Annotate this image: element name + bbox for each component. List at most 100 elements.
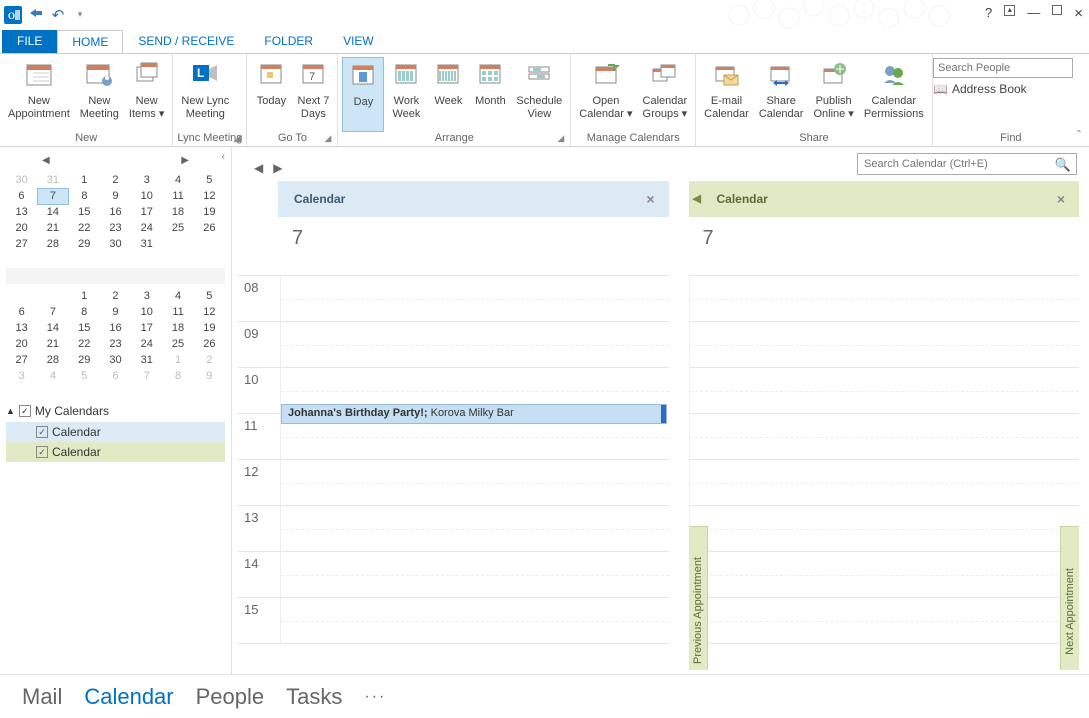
mini-cal-day[interactable]: 1 xyxy=(162,352,193,368)
next-month-icon[interactable]: ▶ xyxy=(181,155,189,166)
email-calendar-button[interactable]: E-mail Calendar xyxy=(700,57,753,132)
time-row[interactable] xyxy=(689,598,1080,644)
new-items-button[interactable]: New Items ▾ xyxy=(125,57,168,132)
collapse-ribbon-icon[interactable]: ˆ xyxy=(1077,128,1081,142)
new-lync-meeting-button[interactable]: LNew Lync Meeting xyxy=(177,57,233,132)
mini-calendar-1[interactable]: 3031123456789101112131415161718192021222… xyxy=(6,172,225,252)
mini-cal-day[interactable]: 16 xyxy=(100,320,131,336)
checkbox-icon[interactable]: ✓ xyxy=(36,446,48,458)
mini-cal-day[interactable]: 17 xyxy=(131,204,162,220)
mini-cal-day[interactable]: 31 xyxy=(37,172,68,188)
mini-cal-day[interactable]: 20 xyxy=(6,220,37,236)
close-icon[interactable]: × xyxy=(1057,191,1065,207)
schedule-view-button[interactable]: Schedule View xyxy=(512,57,566,132)
mini-cal-day[interactable]: 5 xyxy=(194,288,225,304)
search-people-input[interactable] xyxy=(933,58,1073,78)
week-button[interactable]: Week xyxy=(428,57,468,132)
mini-cal-day[interactable]: 23 xyxy=(100,336,131,352)
mini-cal-day[interactable]: 4 xyxy=(37,368,68,384)
calendar-module[interactable]: Calendar xyxy=(84,684,173,710)
mini-calendar-2[interactable]: 1234567891011121314151617181920212223242… xyxy=(6,268,225,384)
time-row[interactable] xyxy=(689,460,1080,506)
mini-cal-day[interactable]: 4 xyxy=(162,288,193,304)
mini-cal-day[interactable]: 21 xyxy=(37,336,68,352)
mini-cal-day[interactable]: 30 xyxy=(6,172,37,188)
mini-cal-day[interactable]: 14 xyxy=(37,320,68,336)
search-icon[interactable]: 🔍 xyxy=(1055,157,1071,173)
mini-cal-day[interactable]: 22 xyxy=(69,336,100,352)
mini-cal-day[interactable]: 10 xyxy=(131,304,162,320)
mini-cal-day[interactable]: 5 xyxy=(69,368,100,384)
publish-online-button[interactable]: Publish Online ▾ xyxy=(809,57,857,132)
mini-cal-day[interactable]: 7 xyxy=(131,368,162,384)
ribbon-display-icon[interactable]: ▴ xyxy=(1004,5,1015,16)
launcher-icon[interactable]: ◢ xyxy=(557,133,564,144)
mini-cal-day[interactable]: 9 xyxy=(100,304,131,320)
mini-cal-day[interactable]: 26 xyxy=(194,220,225,236)
mini-cal-day[interactable]: 31 xyxy=(131,352,162,368)
mini-cal-day[interactable]: 27 xyxy=(6,352,37,368)
minimize-icon[interactable]: — xyxy=(1027,5,1040,22)
mini-cal-day[interactable]: 27 xyxy=(6,236,37,252)
mini-cal-day[interactable]: 31 xyxy=(131,236,162,252)
mini-cal-day[interactable]: 28 xyxy=(37,352,68,368)
mini-cal-day[interactable]: 22 xyxy=(69,220,100,236)
mini-cal-day[interactable]: 12 xyxy=(194,304,225,320)
mini-cal-day[interactable]: 24 xyxy=(131,336,162,352)
time-row[interactable] xyxy=(689,276,1080,322)
mini-cal-day[interactable]: 29 xyxy=(69,352,100,368)
maximize-icon[interactable] xyxy=(1052,5,1062,15)
mini-cal-day[interactable]: 25 xyxy=(162,220,193,236)
mini-cal-day[interactable]: 18 xyxy=(162,204,193,220)
calendar-item-2[interactable]: ✓Calendar xyxy=(6,442,225,462)
mini-cal-day[interactable]: 21 xyxy=(37,220,68,236)
mini-cal-day[interactable]: 6 xyxy=(6,188,37,204)
mini-cal-day[interactable]: 2 xyxy=(100,172,131,188)
mini-cal-day[interactable] xyxy=(194,236,225,252)
mini-cal-day[interactable]: 30 xyxy=(100,236,131,252)
time-row[interactable]: 12 xyxy=(238,460,669,506)
mini-cal-day[interactable]: 6 xyxy=(6,304,37,320)
day-button[interactable]: Day xyxy=(342,57,384,132)
mini-cal-day[interactable]: 6 xyxy=(100,368,131,384)
prev-month-icon[interactable]: ◀ xyxy=(42,155,50,166)
undo-icon[interactable]: ↶ xyxy=(50,7,66,23)
mini-cal-day[interactable]: 10 xyxy=(131,188,162,204)
mini-cal-day[interactable]: 13 xyxy=(6,320,37,336)
time-row[interactable]: 14 xyxy=(238,552,669,598)
tasks-module[interactable]: Tasks xyxy=(286,684,342,710)
next-appointment-handle[interactable]: Next Appointment xyxy=(1060,526,1079,670)
calendar-item-1[interactable]: ✓Calendar xyxy=(6,422,225,442)
time-row[interactable] xyxy=(689,414,1080,460)
mini-cal-day[interactable] xyxy=(162,236,193,252)
time-row[interactable]: 09 xyxy=(238,322,669,368)
mini-cal-day[interactable]: 14 xyxy=(37,204,68,220)
mini-cal-day[interactable]: 9 xyxy=(194,368,225,384)
mini-cal-day[interactable]: 8 xyxy=(69,188,100,204)
calendar-permissions-button[interactable]: Calendar Permissions xyxy=(860,57,928,132)
next7days-button[interactable]: 7Next 7 Days xyxy=(293,57,333,132)
new-meeting-button[interactable]: New Meeting xyxy=(76,57,123,132)
mini-cal-day[interactable]: 7 xyxy=(37,188,68,204)
qat-dropdown-icon[interactable]: ▾ xyxy=(72,7,88,23)
calendar-groups-button[interactable]: Calendar Groups ▾ xyxy=(639,57,692,132)
checkbox-icon[interactable]: ✓ xyxy=(19,405,31,417)
collapse-nav-icon[interactable]: ‹ xyxy=(221,151,225,163)
mini-cal-day[interactable]: 8 xyxy=(162,368,193,384)
new-appointment-button[interactable]: New Appointment xyxy=(4,57,74,132)
mini-cal-day[interactable]: 12 xyxy=(194,188,225,204)
open-calendar-button[interactable]: Open Calendar ▾ xyxy=(575,57,636,132)
calendar-tab-1[interactable]: Calendar× xyxy=(278,181,669,217)
mini-cal-day[interactable]: 3 xyxy=(6,368,37,384)
work-week-button[interactable]: Work Week xyxy=(386,57,426,132)
time-row[interactable]: 15 xyxy=(238,598,669,644)
launcher-icon[interactable]: ◢ xyxy=(234,133,241,144)
mini-cal-day[interactable]: 19 xyxy=(194,320,225,336)
mini-cal-day[interactable]: 20 xyxy=(6,336,37,352)
month-button[interactable]: Month xyxy=(470,57,510,132)
tab-view[interactable]: VIEW xyxy=(328,29,389,53)
next-day-icon[interactable]: ▶ xyxy=(273,161,282,175)
people-module[interactable]: People xyxy=(196,684,265,710)
mini-cal-day[interactable]: 3 xyxy=(131,288,162,304)
mini-cal-day[interactable]: 7 xyxy=(37,304,68,320)
